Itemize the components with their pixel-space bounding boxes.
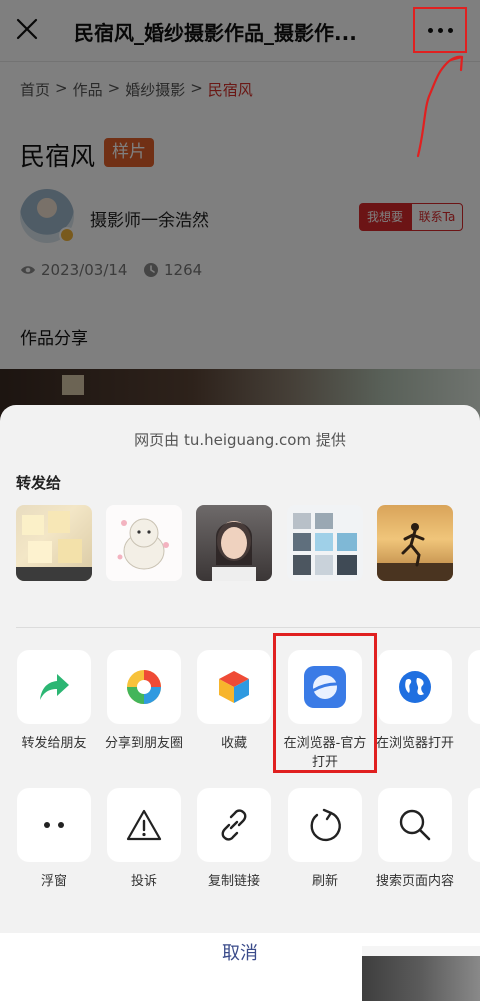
refresh-icon <box>310 808 341 842</box>
search-icon <box>399 809 431 841</box>
cartoon-avatar-image <box>117 518 169 570</box>
copy-link-tile <box>197 788 271 862</box>
partial-tile <box>468 788 480 862</box>
float-window-icon <box>44 822 64 828</box>
dark-image-fragment <box>362 956 480 1001</box>
share-to-label: 转发给 <box>16 474 62 492</box>
warning-icon <box>126 809 162 841</box>
favorites-tile <box>197 650 271 724</box>
annotation-box <box>273 633 377 773</box>
photo-grid-image <box>293 513 357 575</box>
action-label: 在浏览器打开 <box>375 736 454 751</box>
recent-contact-avatar[interactable] <box>377 505 453 581</box>
runner-silhouette-image <box>377 523 453 581</box>
partial-tile <box>468 650 480 724</box>
float-window-tile <box>17 788 91 862</box>
action-label: 投诉 <box>130 874 157 889</box>
forward-tile <box>17 650 91 724</box>
recent-contact-avatar[interactable] <box>196 505 272 581</box>
browser-tile <box>378 650 452 724</box>
refresh-tile <box>288 788 362 862</box>
search-tile <box>378 788 452 862</box>
action-label: 浮窗 <box>40 874 67 889</box>
action-label: 转发给朋友 <box>21 736 87 751</box>
sheet-divider <box>16 627 480 628</box>
moments-icon <box>127 670 161 704</box>
moments-tile <box>107 650 181 724</box>
annotation-box <box>413 7 467 53</box>
action-label: 刷新 <box>311 874 338 889</box>
provider-text: 网页由 tu.heiguang.com 提供 <box>134 431 346 449</box>
action-label: 收藏 <box>220 736 247 751</box>
recent-contact-avatar[interactable] <box>106 505 182 581</box>
action-label: 分享到朋友圈 <box>104 736 183 751</box>
sticky-notes-image <box>16 511 92 581</box>
favorites-cube-icon <box>219 671 249 703</box>
recent-contact-avatar[interactable] <box>16 505 92 581</box>
action-label: 复制链接 <box>207 874 260 889</box>
globe-browser-icon <box>399 671 431 703</box>
forward-arrow-icon <box>40 674 69 700</box>
report-tile <box>107 788 181 862</box>
link-icon <box>221 809 247 841</box>
share-action-sheet: 网页由 tu.heiguang.com 提供 转发给 转发给朋友 分享到朋友圈 … <box>0 405 480 1001</box>
portrait-photo-image <box>212 521 256 581</box>
corner-image-fragment <box>362 946 480 1001</box>
recent-contact-avatar[interactable] <box>287 505 363 581</box>
action-label: 搜索页面内容 <box>375 874 454 889</box>
